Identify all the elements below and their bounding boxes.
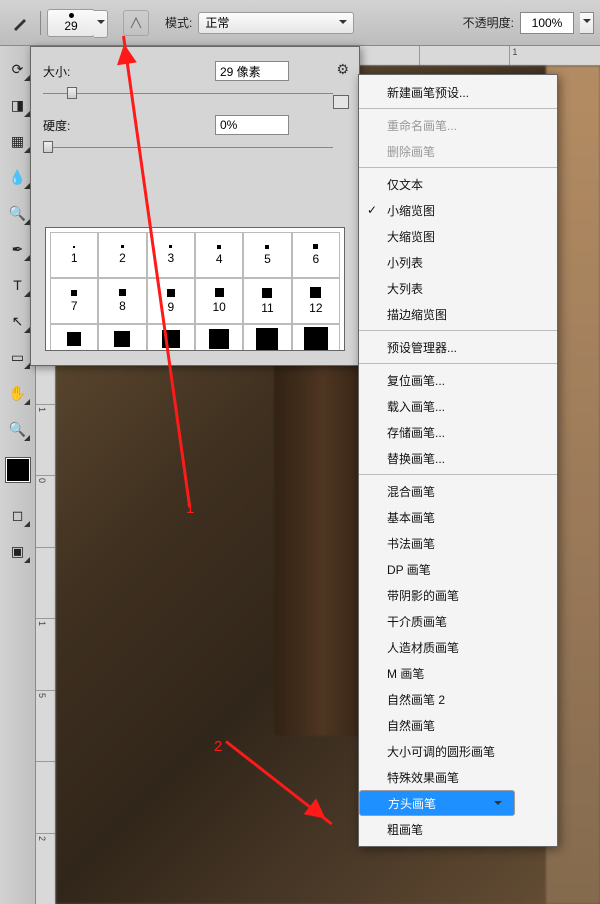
menu-item[interactable]: 载入画笔...	[359, 393, 557, 419]
brush-swatch[interactable]: 1	[50, 232, 98, 278]
menu-item[interactable]: 小列表	[359, 249, 557, 275]
brush-swatch[interactable]: 22	[243, 324, 291, 351]
brush-swatch[interactable]: 4	[195, 232, 243, 278]
brush-swatch[interactable]: 9	[147, 278, 195, 324]
menu-item: 删除画笔	[359, 138, 557, 164]
options-bar: 29 模式: 正常 不透明度: 100%	[0, 0, 600, 46]
path-select-icon[interactable]: ↖	[5, 308, 31, 334]
hand-icon[interactable]: ✋	[5, 380, 31, 406]
gear-icon[interactable]: ⚙	[336, 61, 349, 78]
size-label: 大小:	[43, 63, 215, 80]
menu-item: 重命名画笔...	[359, 112, 557, 138]
brush-swatch[interactable]: 24	[292, 324, 340, 351]
screenmode-icon[interactable]: ▣	[5, 538, 31, 564]
opacity-label: 不透明度:	[463, 14, 514, 31]
menu-item[interactable]: M 画笔	[359, 660, 557, 686]
menu-item[interactable]: 特殊效果画笔	[359, 764, 557, 790]
annotation-2: 2	[214, 738, 222, 755]
flyout-menu: 新建画笔预设... 重命名画笔...删除画笔仅文本✓小缩览图大缩览图小列表大列表描…	[358, 74, 558, 847]
menu-item[interactable]: 干介质画笔	[359, 608, 557, 634]
hardness-input[interactable]: 0%	[215, 115, 289, 135]
menu-item[interactable]: 混合画笔	[359, 478, 557, 504]
history-brush-icon[interactable]: ⟳	[5, 56, 31, 82]
menu-item[interactable]: 粗画笔	[359, 816, 557, 842]
opacity-input[interactable]: 100%	[520, 12, 574, 34]
brush-swatch[interactable]: 20	[195, 324, 243, 351]
toggle-icon[interactable]	[333, 95, 349, 109]
size-slider[interactable]	[43, 87, 333, 101]
menu-item[interactable]: 人造材质画笔	[359, 634, 557, 660]
annotation-1: 1	[186, 500, 194, 517]
menu-separator	[359, 108, 557, 109]
menu-item[interactable]: 带阴影的画笔	[359, 582, 557, 608]
divider	[40, 11, 41, 35]
menu-item[interactable]: 书法画笔	[359, 530, 557, 556]
brush-swatch[interactable]: 7	[50, 278, 98, 324]
menu-item[interactable]: ✓小缩览图	[359, 197, 557, 223]
brush-preset-panel: 大小: 29 像素 硬度: 0% ⚙ 123456789101112141618…	[30, 46, 360, 366]
menu-item[interactable]: 描边缩览图	[359, 301, 557, 327]
brush-swatch[interactable]: 6	[292, 232, 340, 278]
brush-swatch[interactable]: 8	[98, 278, 146, 324]
mode-label: 模式:	[165, 14, 192, 31]
brush-swatch[interactable]: 11	[243, 278, 291, 324]
brush-preset-picker[interactable]: 29	[47, 9, 95, 37]
brush-swatch[interactable]: 12	[292, 278, 340, 324]
foreground-swatch[interactable]	[6, 458, 30, 482]
menu-item[interactable]: 大列表	[359, 275, 557, 301]
eraser-icon[interactable]: ◨	[5, 92, 31, 118]
menu-item[interactable]: 复位画笔...	[359, 367, 557, 393]
quickmask-icon[interactable]: ◻	[5, 502, 31, 528]
blend-mode-select[interactable]: 正常	[198, 12, 354, 34]
hardness-label: 硬度:	[43, 117, 215, 134]
brush-panel-toggle[interactable]	[123, 10, 149, 36]
dodge-icon[interactable]: 🔍	[5, 200, 31, 226]
menu-separator	[359, 330, 557, 331]
brush-grid: 123456789101112141618202224	[45, 227, 345, 351]
menu-item[interactable]: 预设管理器...	[359, 334, 557, 360]
brush-swatch[interactable]: 5	[243, 232, 291, 278]
size-input[interactable]: 29 像素	[215, 61, 289, 81]
brush-swatch[interactable]: 16	[98, 324, 146, 351]
pen-icon[interactable]: ✒	[5, 236, 31, 262]
brush-tool-icon[interactable]	[6, 11, 34, 35]
menu-separator	[359, 474, 557, 475]
menu-item[interactable]: 新建画笔预设...	[359, 79, 557, 105]
menu-separator	[359, 167, 557, 168]
brush-swatch[interactable]: 14	[50, 324, 98, 351]
menu-item[interactable]: 存储画笔...	[359, 419, 557, 445]
menu-item[interactable]: 自然画笔 2	[359, 686, 557, 712]
brush-swatch[interactable]: 3	[147, 232, 195, 278]
gradient-icon[interactable]: ▦	[5, 128, 31, 154]
menu-separator	[359, 363, 557, 364]
brush-swatch[interactable]: 2	[98, 232, 146, 278]
menu-item[interactable]: 自然画笔	[359, 712, 557, 738]
blur-icon[interactable]: 💧	[5, 164, 31, 190]
brush-dropdown-icon[interactable]	[94, 10, 108, 38]
menu-item[interactable]: 方头画笔	[359, 790, 515, 816]
menu-item[interactable]: 基本画笔	[359, 504, 557, 530]
menu-item[interactable]: 仅文本	[359, 171, 557, 197]
menu-item[interactable]: 大小可调的圆形画笔	[359, 738, 557, 764]
type-icon[interactable]: T	[5, 272, 31, 298]
brush-swatch[interactable]: 10	[195, 278, 243, 324]
brush-size-value: 29	[64, 19, 77, 33]
menu-item[interactable]: 替换画笔...	[359, 445, 557, 471]
opacity-dropdown[interactable]	[580, 12, 594, 34]
shape-icon[interactable]: ▭	[5, 344, 31, 370]
zoom-icon[interactable]: 🔍	[5, 416, 31, 442]
hardness-slider[interactable]	[43, 141, 333, 155]
menu-item[interactable]: DP 画笔	[359, 556, 557, 582]
menu-item[interactable]: 大缩览图	[359, 223, 557, 249]
brush-swatch[interactable]: 18	[147, 324, 195, 351]
